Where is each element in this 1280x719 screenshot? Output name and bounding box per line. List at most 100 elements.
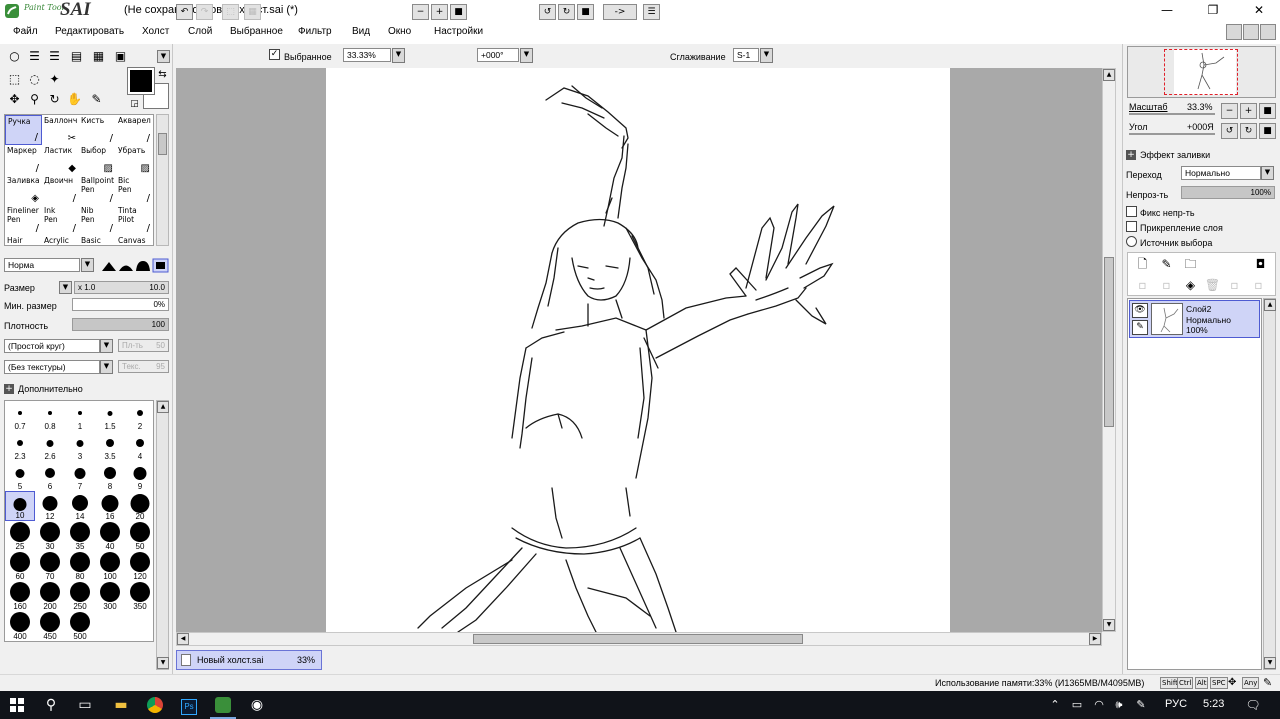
- zoom-out-button[interactable]: −: [412, 4, 429, 20]
- mdi-minimize-button[interactable]: [1226, 24, 1242, 40]
- tool-airbrush[interactable]: Баллонч ✂: [42, 115, 79, 145]
- brush-size-preset[interactable]: 5: [5, 461, 35, 491]
- size-multiplier-dropdown[interactable]: ▼: [59, 281, 72, 294]
- layer-paint-brush-icon[interactable]: ✎: [1132, 320, 1148, 335]
- brush-size-preset[interactable]: 60: [5, 551, 35, 581]
- zoom-in-button[interactable]: +: [431, 4, 448, 20]
- canvas-vscroll-thumb[interactable]: [1104, 257, 1114, 427]
- navigator-preview[interactable]: [1127, 46, 1276, 98]
- brush-size-preset[interactable]: 2.6: [35, 431, 65, 461]
- paint-tool-sai-taskbar-icon[interactable]: [210, 695, 236, 719]
- brush-size-preset[interactable]: 8: [95, 461, 125, 491]
- brush-size-preset[interactable]: 30: [35, 521, 65, 551]
- layer-scroll-up[interactable]: ▲: [1264, 299, 1276, 311]
- deselect-button[interactable]: ⬚: [222, 4, 239, 20]
- blend-mode-select[interactable]: Норма: [4, 258, 80, 272]
- zoom-icon[interactable]: ⚲: [26, 91, 43, 108]
- nav-zoom-in-button[interactable]: +: [1240, 103, 1257, 119]
- merge-down-icon[interactable]: ▫: [1158, 277, 1175, 294]
- canvas-hscroll-thumb[interactable]: [473, 634, 803, 644]
- taskbar-clock[interactable]: 5:23: [1203, 698, 1224, 710]
- brush-size-preset[interactable]: 0.7: [5, 401, 35, 431]
- angle-dropdown[interactable]: ▼: [520, 48, 533, 63]
- document-tab[interactable]: Новый холст.sai 33%: [176, 650, 322, 670]
- brush-size-preset[interactable]: 350: [125, 581, 155, 611]
- canvas-scroll-left[interactable]: ◀: [177, 633, 189, 645]
- rgb-slider-icon[interactable]: ☰: [26, 48, 43, 65]
- move-icon[interactable]: ✥: [6, 91, 23, 108]
- new-folder-icon[interactable]: 🗀: [1182, 256, 1199, 273]
- tool-basic[interactable]: Basic: [79, 235, 116, 247]
- chrome-icon[interactable]: [142, 695, 168, 715]
- scale-slider[interactable]: [1129, 113, 1215, 115]
- brush-size-preset[interactable]: 500: [65, 611, 95, 641]
- reset-colors-icon[interactable]: ◲: [126, 96, 143, 113]
- tool-brush[interactable]: Кисть /: [79, 115, 116, 145]
- tool-tinta-pilot[interactable]: Tinta Pilot /: [116, 205, 153, 235]
- menu-layer[interactable]: Слой: [188, 26, 212, 37]
- brush-texture-dropdown[interactable]: ▼: [100, 360, 113, 374]
- nav-zoom-reset-button[interactable]: ■: [1259, 103, 1276, 119]
- brush-size-preset[interactable]: 80: [65, 551, 95, 581]
- fill-effect-label[interactable]: Эффект заливки: [1140, 150, 1210, 160]
- brush-size-preset[interactable]: 16: [95, 491, 125, 521]
- blend-mode-dropdown[interactable]: ▼: [81, 258, 94, 272]
- texture-strength-slider[interactable]: Текс. 95: [118, 360, 169, 373]
- tool-ballpoint-pen[interactable]: Ballpoint Pen /: [79, 175, 116, 205]
- tool-grid-scroll-thumb[interactable]: [158, 133, 167, 155]
- task-view-icon[interactable]: ▭: [72, 695, 98, 715]
- tool-canvas[interactable]: Canvas: [116, 235, 153, 247]
- brush-edge-hardness[interactable]: [100, 258, 170, 273]
- menu-edit[interactable]: Редактировать: [55, 26, 124, 37]
- color-swatches-icon[interactable]: ▤: [68, 48, 85, 65]
- brush-size-preset[interactable]: 0.8: [35, 401, 65, 431]
- rect-select-icon[interactable]: ⬚: [6, 71, 23, 88]
- clear-layer-icon[interactable]: ◈: [1182, 277, 1199, 294]
- tool-bucket[interactable]: Заливка ◈: [5, 175, 42, 205]
- brush-size-preset[interactable]: 6: [35, 461, 65, 491]
- brush-size-preset[interactable]: 12: [35, 491, 65, 521]
- menu-canvas[interactable]: Холст: [142, 26, 169, 37]
- lasso-icon[interactable]: ◌: [26, 71, 43, 88]
- tool-binary[interactable]: Двоичн /: [42, 175, 79, 205]
- close-button[interactable]: ✕: [1236, 0, 1280, 22]
- brush-size-preset[interactable]: 20: [125, 491, 155, 521]
- tool-hair[interactable]: Hair: [5, 235, 42, 247]
- brush-size-preset[interactable]: 2: [125, 401, 155, 431]
- brush-shape-dropdown[interactable]: ▼: [100, 339, 113, 353]
- brush-size-preset[interactable]: 3: [65, 431, 95, 461]
- tool-marker[interactable]: Маркер /: [5, 145, 42, 175]
- stabilizer-icon[interactable]: ☰: [643, 4, 660, 20]
- invert-selection-button[interactable]: ▦: [244, 4, 261, 20]
- rotate-icon[interactable]: ↻: [46, 91, 63, 108]
- layer-mask-icon[interactable]: ◘: [1252, 256, 1269, 273]
- brush-size-preset[interactable]: 35: [65, 521, 95, 551]
- shape-strength-slider[interactable]: Пл-ть 50: [118, 339, 169, 352]
- brush-size-preset[interactable]: 400: [5, 611, 35, 641]
- brush-size-preset[interactable]: 40: [95, 521, 125, 551]
- hsv-slider-icon[interactable]: ☰: [46, 48, 63, 65]
- tool-ink-pen[interactable]: Ink Pen /: [42, 205, 79, 235]
- palette-icon[interactable]: ▣: [112, 48, 129, 65]
- delete-layer-icon[interactable]: 🗑: [1204, 277, 1221, 294]
- tool-grid-scrollbar[interactable]: [156, 114, 169, 246]
- mdi-restore-button[interactable]: [1243, 24, 1259, 40]
- angle-field[interactable]: +000°: [477, 48, 519, 62]
- brush-size-preset[interactable]: 250: [65, 581, 95, 611]
- brush-size-preset[interactable]: 9: [125, 461, 155, 491]
- brush-size-preset[interactable]: 1: [65, 401, 95, 431]
- nav-rotate-right-button[interactable]: ↻: [1240, 123, 1257, 139]
- scroll-down-arrow[interactable]: ▼: [157, 657, 169, 669]
- rotate-right-button[interactable]: ↻: [558, 4, 575, 20]
- language-indicator[interactable]: РУС: [1165, 698, 1187, 710]
- brush-size-preset[interactable]: 10: [5, 491, 35, 521]
- new-layer-icon[interactable]: 🗋: [1134, 256, 1151, 273]
- canvas-scroll-down[interactable]: ▼: [1103, 619, 1115, 631]
- color-menu-dropdown[interactable]: ▼: [157, 50, 170, 63]
- search-icon[interactable]: ⚲: [38, 695, 64, 715]
- navigator-view-rect[interactable]: [1164, 49, 1238, 95]
- swap-colors-icon[interactable]: ⇆: [154, 66, 171, 83]
- magic-wand-icon[interactable]: ✦: [46, 71, 63, 88]
- brush-size-preset[interactable]: 200: [35, 581, 65, 611]
- tool-fineliner-pen[interactable]: Fineliner Pen /: [5, 205, 42, 235]
